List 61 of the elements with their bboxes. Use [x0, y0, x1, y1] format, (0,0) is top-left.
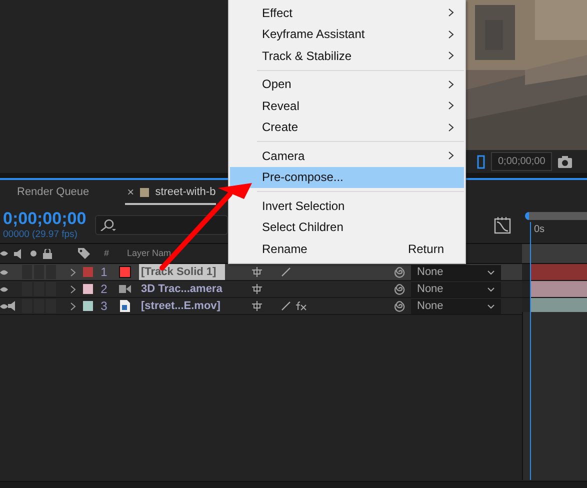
solid-icon — [119, 266, 131, 278]
label-swatch[interactable] — [83, 267, 93, 277]
menu-item[interactable]: Create — [230, 116, 464, 138]
layer-row[interactable]: 1 [Track Solid 1] None — [0, 264, 522, 280]
eye-icon[interactable] — [0, 249, 8, 258]
menu-item[interactable]: Open — [230, 74, 464, 95]
quality-icon[interactable] — [281, 301, 291, 311]
camera-icon[interactable] — [558, 156, 572, 168]
menu-item[interactable]: Keyframe Assistant — [230, 24, 464, 45]
layer-number: 1 — [100, 264, 108, 281]
parent-dropdown[interactable]: None — [411, 282, 501, 296]
menu-item[interactable]: Effect — [230, 2, 464, 24]
file-icon — [119, 300, 131, 312]
layer-number: 2 — [100, 281, 108, 298]
label-swatch[interactable] — [83, 301, 93, 311]
label-icon[interactable] — [78, 248, 90, 259]
menu-item[interactable]: Invert Selection — [230, 195, 464, 216]
audio-icon[interactable] — [14, 248, 24, 258]
menu-item[interactable]: Pre-compose... — [230, 166, 464, 188]
lock-icon[interactable] — [43, 248, 52, 258]
current-time[interactable]: 0;00;00;00 — [3, 209, 86, 229]
number-column-header[interactable]: # — [104, 246, 110, 260]
layer-name[interactable]: 3D Trac...amera — [139, 280, 225, 298]
menu-item[interactable]: Track & Stabilize — [230, 45, 464, 66]
timeline-track — [522, 244, 587, 263]
frame-rate: 00000 (29.97 fps) — [3, 229, 78, 241]
layer-number: 3 — [100, 298, 108, 315]
parent-dropdown[interactable]: None — [411, 264, 501, 280]
spiral-icon[interactable] — [393, 283, 405, 295]
parent-dropdown[interactable]: None — [411, 298, 501, 314]
search-icon — [100, 219, 116, 231]
chevron-icon — [487, 270, 495, 274]
spiral-icon[interactable] — [393, 300, 405, 312]
graph-editor-icon[interactable] — [494, 216, 512, 234]
shy-icon[interactable] — [251, 267, 263, 277]
quality-icon[interactable] — [281, 267, 291, 277]
camera-icon — [119, 283, 131, 295]
fx-icon[interactable] — [295, 301, 307, 311]
solo-icon[interactable] — [30, 250, 37, 257]
layer-name[interactable]: [Track Solid 1] — [139, 264, 225, 280]
chevron-icon — [487, 304, 495, 308]
shy-icon[interactable] — [251, 284, 263, 294]
tab-label: street-with-b — [155, 184, 216, 200]
menu-item[interactable]: Select Children — [230, 216, 464, 238]
menu-item[interactable]: Reveal — [230, 95, 464, 116]
time-label: 0s — [534, 223, 546, 237]
shy-icon[interactable] — [251, 301, 263, 311]
timecode-field[interactable]: 0;00;00;00 — [491, 152, 552, 171]
close-icon[interactable]: × — [127, 186, 134, 198]
composition-tab[interactable]: × street-with-b — [125, 180, 216, 206]
region-icon[interactable] — [477, 154, 485, 168]
menu-item[interactable]: Rename Return — [230, 238, 464, 260]
layer-name[interactable]: [street...E.mov] — [139, 298, 225, 314]
label-swatch[interactable] — [83, 284, 93, 294]
shortcut-label: Return — [408, 240, 444, 258]
search-field[interactable] — [95, 215, 228, 235]
chevron-icon — [487, 286, 495, 292]
spiral-icon[interactable] — [393, 266, 405, 278]
tab[interactable]: Render Queue — [17, 184, 90, 201]
layer-name-header[interactable]: Layer Nam — [127, 246, 172, 260]
menu-item[interactable]: Camera — [230, 145, 464, 166]
